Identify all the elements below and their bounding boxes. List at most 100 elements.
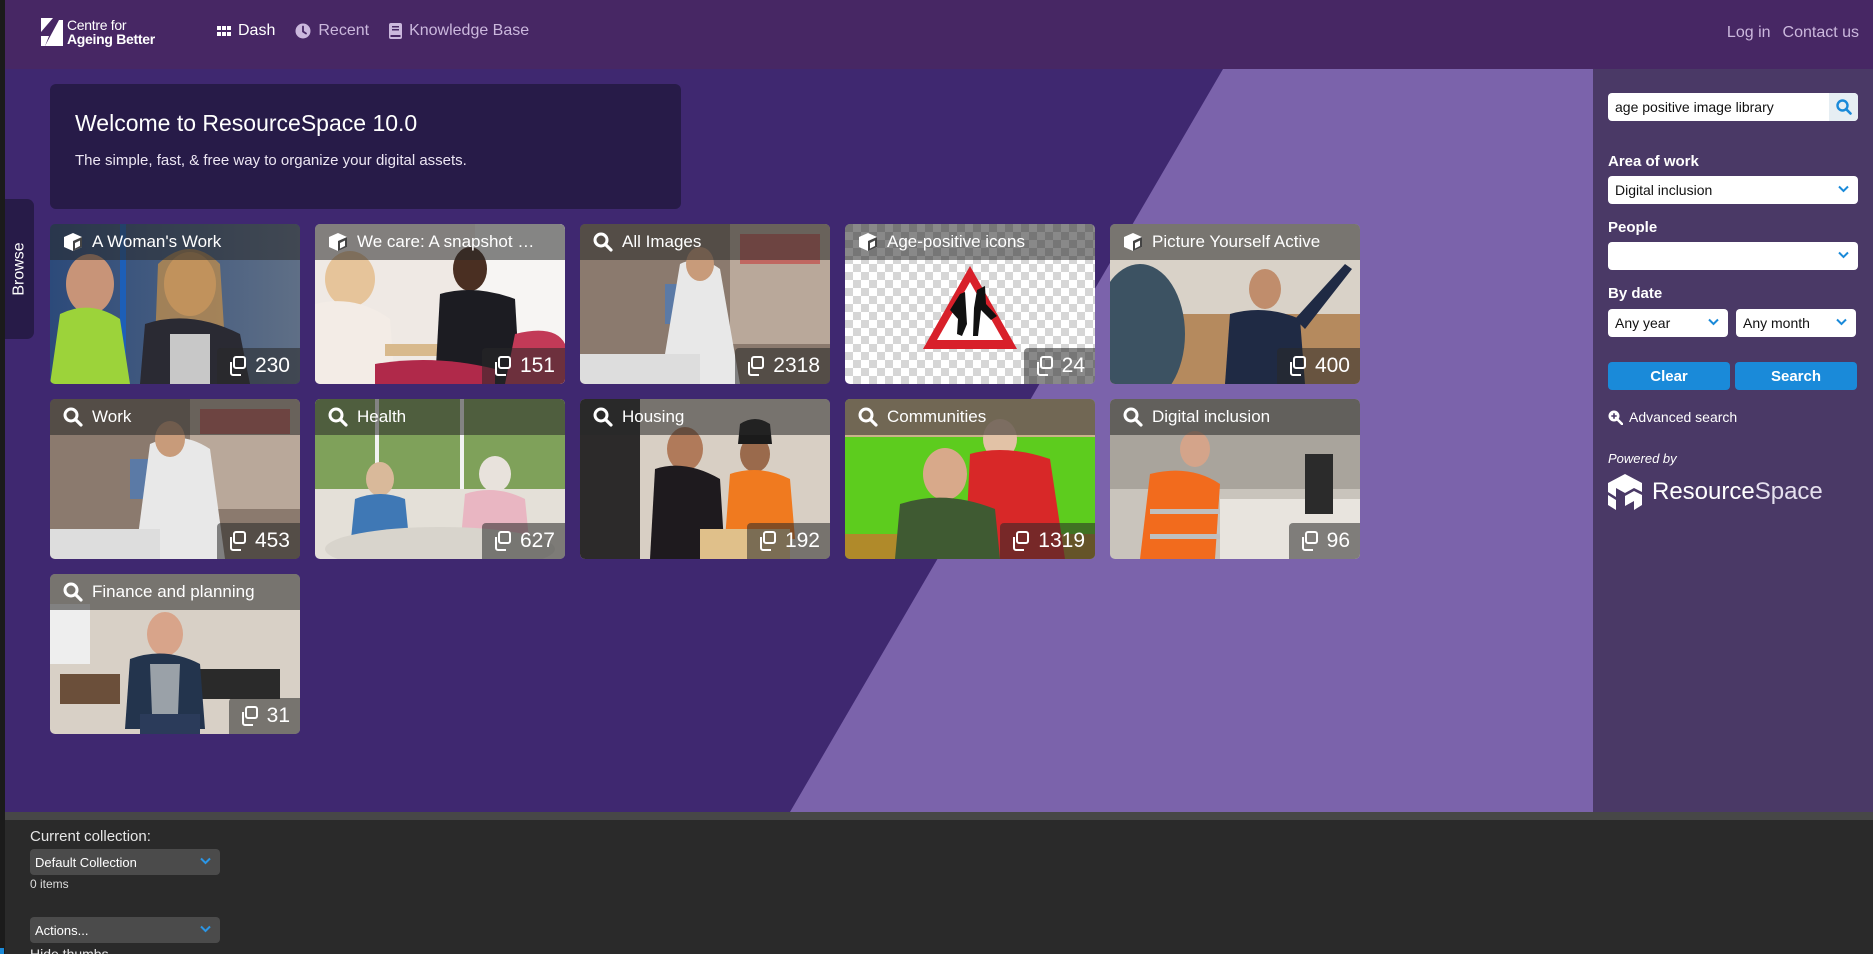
resources-icon (1301, 531, 1318, 551)
collection-cube-icon (329, 233, 347, 251)
tile-title: A Woman's Work (92, 232, 222, 251)
search-icon (328, 407, 348, 427)
nav-knowledge-base-label: Knowledge Base (409, 22, 530, 39)
nav-knowledge-base[interactable]: Knowledge Base (389, 22, 529, 40)
people-select[interactable] (1608, 242, 1858, 270)
tile-count: 230 (254, 354, 290, 377)
actions-select[interactable]: Actions... (30, 917, 220, 943)
area-of-work-select[interactable]: Digital inclusion (1608, 176, 1858, 204)
dash-tile-communities[interactable]: Communities 1319 (845, 399, 1095, 559)
collection-cube-icon (1124, 233, 1142, 251)
tile-count-badge: 24 (1023, 348, 1095, 384)
tile-count: 627 (519, 529, 555, 552)
tile-count-badge: 627 (481, 523, 565, 559)
welcome-subtitle: The simple, fast, & free way to organize… (75, 152, 467, 169)
clear-button[interactable]: Clear (1608, 362, 1730, 390)
chevron-down-icon (1836, 318, 1847, 326)
tile-count: 151 (519, 354, 555, 377)
hide-thumbs-link[interactable]: Hide thumbs (30, 946, 109, 954)
chevron-down-icon (1838, 251, 1849, 259)
dash-tile-housing[interactable]: Housing 192 (580, 399, 830, 559)
logo-line-1: Centre for (67, 17, 127, 33)
resources-icon (229, 531, 246, 551)
tile-count-badge: 230 (216, 348, 300, 384)
window-edge (0, 0, 5, 954)
tile-count: 2318 (773, 354, 820, 377)
collection-select[interactable]: Default Collection (30, 849, 220, 875)
dash-tile-all-images[interactable]: All Images 2318 (580, 224, 830, 384)
tile-count: 24 (1061, 354, 1085, 377)
collection-cube-icon (64, 233, 82, 251)
resources-icon (229, 356, 246, 376)
resources-icon (494, 356, 511, 376)
contact-us-link[interactable]: Contact us (1783, 24, 1859, 42)
search-input[interactable] (1608, 93, 1829, 121)
search-submit-button[interactable] (1829, 93, 1858, 121)
month-select[interactable]: Any month (1736, 309, 1856, 337)
site-logo[interactable]: Centre for Ageing Better (41, 18, 155, 46)
nav-dash-label: Dash (238, 22, 276, 39)
year-value: Any year (1615, 315, 1671, 331)
search-icon (593, 407, 613, 427)
tile-title: Age-positive icons (887, 232, 1025, 251)
advanced-search-link[interactable]: Advanced search (1608, 409, 1737, 425)
resources-icon (1036, 356, 1053, 376)
tile-title: Communities (887, 407, 987, 426)
resources-icon (1289, 356, 1306, 376)
tile-title-bar: Finance and planning (50, 574, 300, 610)
resourcespace-logo[interactable]: ResourceSpace (1608, 474, 1823, 510)
resourcespace-mark-icon (1608, 474, 1642, 510)
search-button[interactable]: Search (1735, 362, 1857, 390)
tile-count-badge: 1319 (1000, 523, 1095, 559)
year-select[interactable]: Any year (1608, 309, 1728, 337)
dash-tile-a-womans-work[interactable]: A Woman's Work 230 (50, 224, 300, 384)
zoom-plus-icon (1608, 410, 1623, 425)
tile-title-bar: Housing (580, 399, 830, 435)
simple-search-box (1608, 93, 1858, 121)
dash-tile-health[interactable]: Health 627 (315, 399, 565, 559)
tile-count-badge: 453 (216, 523, 300, 559)
brand-name-light: Space (1754, 478, 1823, 505)
tile-title-bar: Digital inclusion (1110, 399, 1360, 435)
login-link[interactable]: Log in (1727, 24, 1771, 42)
people-label: People (1608, 219, 1658, 236)
browse-tab[interactable]: Browse (5, 199, 34, 339)
logo-line-2: Ageing Better (67, 31, 155, 47)
tile-title: Health (357, 407, 407, 426)
dash-tile-digital-inclusion[interactable]: Digital inclusion 96 (1110, 399, 1360, 559)
dash-tile-finance-and-planning[interactable]: Finance and planning 31 (50, 574, 300, 734)
chevron-down-icon (1838, 185, 1849, 193)
header-right-links: Log in Contact us (1727, 24, 1859, 42)
resources-icon (759, 531, 776, 551)
collection-bar: Current collection: Default Collection 0… (5, 820, 1873, 954)
collection-select-value: Default Collection (35, 854, 137, 870)
tile-title-bar: A Woman's Work (50, 224, 300, 260)
search-icon (63, 407, 83, 427)
tile-count: 1319 (1038, 529, 1085, 552)
tile-title-bar: All Images (580, 224, 830, 260)
dash-tile-work[interactable]: Work 453 (50, 399, 300, 559)
welcome-title: Welcome to ResourceSpace 10.0 (75, 110, 418, 136)
brand-name-bold: Resource (1652, 478, 1755, 505)
search-sidebar: Area of work Digital inclusion People By… (1593, 69, 1873, 812)
tile-title-bar: Work (50, 399, 300, 435)
tile-title: All Images (622, 232, 702, 251)
tile-title: Digital inclusion (1152, 407, 1271, 426)
clock-icon (295, 23, 311, 39)
tile-count: 400 (1314, 354, 1350, 377)
tile-count-badge: 400 (1276, 348, 1360, 384)
resources-icon (1013, 531, 1030, 551)
nav-recent[interactable]: Recent (295, 22, 369, 40)
logo-mark-icon (41, 18, 63, 46)
tile-count: 453 (254, 529, 290, 552)
current-collection-label: Current collection: (30, 828, 151, 845)
tile-title-bar: Picture Yourself Active (1110, 224, 1360, 260)
dash-tile-we-care[interactable]: We care: A snapshot … 151 (315, 224, 565, 384)
search-icon (593, 232, 613, 252)
nav-dash[interactable]: Dash (217, 22, 275, 40)
collection-bar-divider[interactable] (5, 812, 1873, 820)
tile-title: Work (92, 407, 132, 426)
dash-tile-age-positive-icons[interactable]: Age-positive icons 24 (845, 224, 1095, 384)
dash-tile-picture-yourself-active[interactable]: Picture Yourself Active 400 (1110, 224, 1360, 384)
tile-title: We care: A snapshot … (357, 232, 535, 251)
